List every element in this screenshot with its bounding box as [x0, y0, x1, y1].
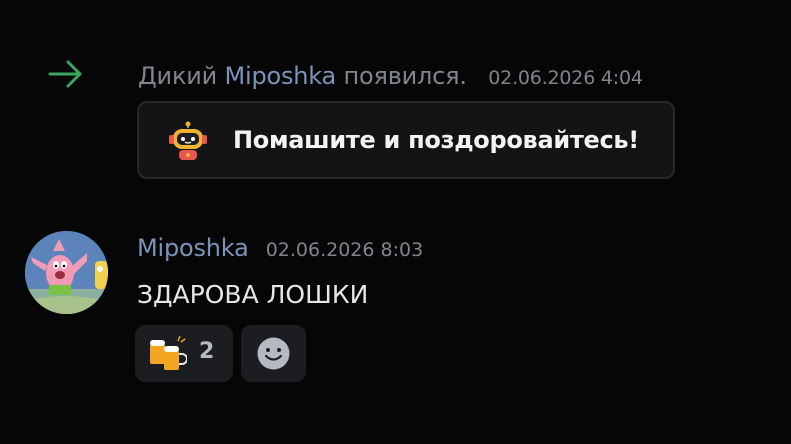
system-username[interactable]: Miposhka	[224, 62, 336, 90]
wave-button-label: Помашите и поздоровайтесь!	[233, 126, 639, 154]
add-reaction-button[interactable]	[241, 325, 306, 382]
message-content: ЗДАРОВА ЛОШКИ	[137, 280, 369, 309]
beers-icon	[150, 335, 187, 370]
avatar[interactable]	[25, 231, 108, 314]
system-prefix: Дикий	[138, 62, 225, 90]
smiley-icon	[257, 337, 290, 370]
system-message-text: Дикий Miposhka появился. 02.06.2026 4:04	[138, 62, 643, 90]
patrick-avatar-image	[25, 231, 108, 314]
message-timestamp[interactable]: 02.06.2026 8:03	[266, 239, 424, 261]
wave-button[interactable]: Помашите и поздоровайтесь!	[137, 101, 675, 179]
system-join-message: Дикий Miposhka появился. 02.06.2026 4:04	[0, 52, 791, 102]
system-suffix: появился.	[336, 62, 467, 90]
author-name[interactable]: Miposhka	[137, 234, 249, 262]
reaction-count: 2	[199, 339, 215, 364]
reaction-beers[interactable]: 2	[135, 325, 233, 382]
wave-robot-sticker-icon	[169, 121, 207, 160]
message-header: Miposhka 02.06.2026 8:03	[137, 234, 423, 262]
system-timestamp[interactable]: 02.06.2026 4:04	[488, 67, 643, 89]
join-arrow-icon	[48, 60, 82, 88]
